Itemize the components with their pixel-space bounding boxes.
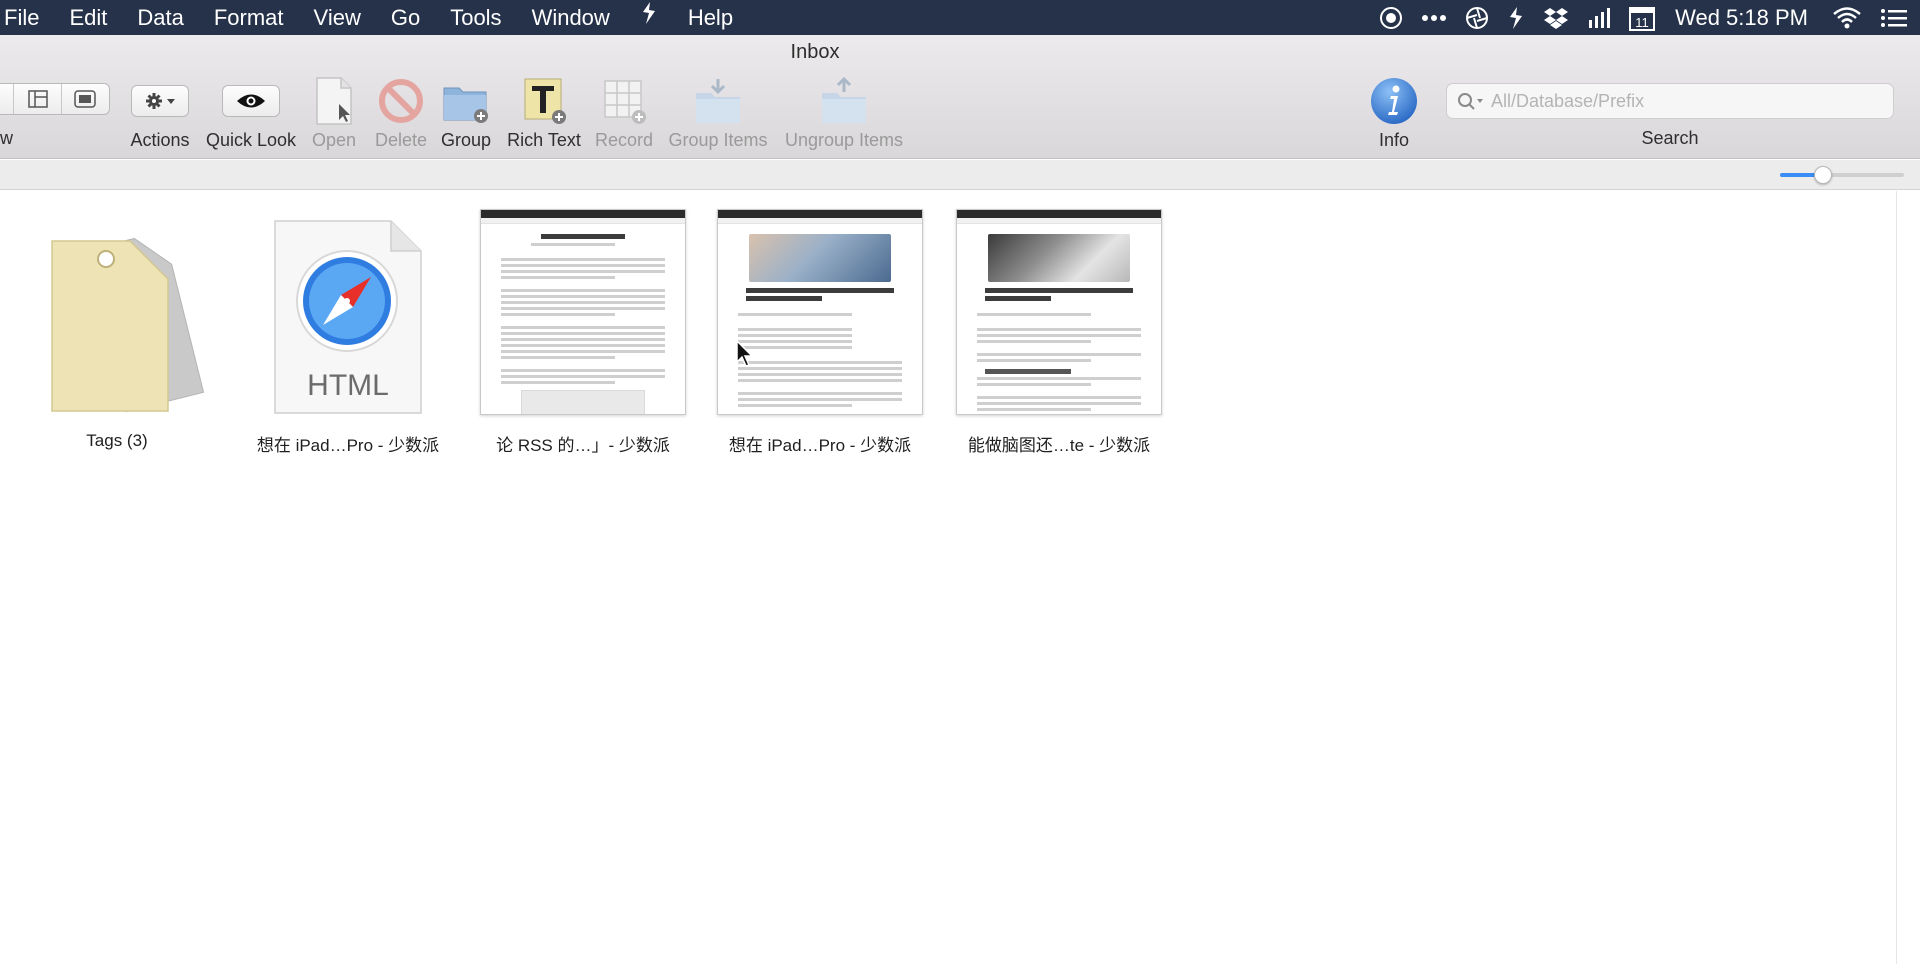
item-name: 能做脑图还…te - 少数派 bbox=[967, 436, 1151, 455]
group-items-icon bbox=[666, 75, 770, 127]
menu-format[interactable]: Format bbox=[202, 0, 296, 35]
menu-list: File Edit Data Format View Go Tools Wind… bbox=[0, 0, 745, 35]
html-document-icon: HTML bbox=[243, 209, 453, 415]
wifi-icon[interactable] bbox=[1832, 0, 1862, 35]
record-button[interactable]: Record bbox=[592, 75, 656, 151]
delete-label: Delete bbox=[374, 130, 428, 150]
menubar-clock[interactable]: Wed 5:18 PM bbox=[1675, 0, 1808, 35]
html-badge: HTML bbox=[307, 369, 389, 402]
menu-data[interactable]: Data bbox=[125, 0, 195, 35]
record-icon[interactable] bbox=[1379, 0, 1403, 35]
actions-label: Actions bbox=[130, 130, 190, 150]
grid-item-html[interactable]: HTML 想在 iPad…Pro - 少数派 bbox=[243, 209, 453, 456]
menu-file[interactable]: File bbox=[0, 0, 51, 35]
mouse-cursor-icon bbox=[736, 339, 754, 373]
quicklook-label: Quick Look bbox=[205, 130, 297, 150]
rich-text-button[interactable]: Rich Text bbox=[502, 75, 586, 151]
tags-icon bbox=[12, 209, 222, 415]
delete-prohibited-icon bbox=[370, 75, 432, 127]
slider-knob[interactable] bbox=[1814, 166, 1832, 184]
open-button[interactable]: Open bbox=[306, 75, 362, 151]
quicklook-button[interactable]: Quick Look bbox=[204, 75, 298, 151]
view-preview-icon[interactable] bbox=[62, 84, 109, 114]
status-area: 11 Wed 5:18 PM bbox=[1361, 0, 1908, 35]
window-title: Inbox bbox=[790, 41, 840, 63]
window-toolbar: Inbox w Actions Quick Look Open Delete G… bbox=[0, 35, 1920, 159]
thumbnail-size-slider[interactable] bbox=[1780, 166, 1904, 184]
search-label: Search bbox=[1641, 128, 1699, 148]
gear-icon bbox=[131, 85, 189, 117]
ungroup-items-icon bbox=[780, 75, 908, 127]
grid-item-webarchive-image[interactable]: 想在 iPad…Pro - 少数派 bbox=[715, 209, 925, 456]
evernote-icon[interactable] bbox=[1507, 0, 1525, 35]
view-label: w bbox=[0, 128, 13, 148]
item-name: 想在 iPad…Pro - 少数派 bbox=[728, 436, 912, 455]
menu-go[interactable]: Go bbox=[379, 0, 432, 35]
grid-item-webarchive[interactable]: 论 RSS 的…」- 少数派 bbox=[478, 209, 688, 456]
webpage-thumbnail bbox=[480, 209, 686, 415]
ungroup-items-button[interactable]: Ungroup Items bbox=[780, 75, 908, 151]
menu-tools[interactable]: Tools bbox=[438, 0, 513, 35]
info-label: Info bbox=[1378, 130, 1410, 150]
menu-edit[interactable]: Edit bbox=[57, 0, 119, 35]
search-icon[interactable] bbox=[1457, 92, 1485, 110]
menu-help[interactable]: Help bbox=[676, 0, 745, 35]
vertical-scrollbar[interactable] bbox=[1896, 191, 1920, 964]
item-name: 论 RSS 的…」- 少数派 bbox=[496, 436, 670, 455]
dropbox-icon[interactable] bbox=[1543, 0, 1569, 35]
signal-icon[interactable] bbox=[1587, 0, 1611, 35]
rich-text-label: Rich Text bbox=[507, 130, 581, 150]
search-input[interactable] bbox=[1491, 86, 1871, 116]
menu-scripts-icon[interactable] bbox=[628, 0, 670, 35]
open-document-icon bbox=[306, 75, 362, 127]
info-icon bbox=[1364, 75, 1424, 127]
menu-bar: File Edit Data Format View Go Tools Wind… bbox=[0, 0, 1920, 35]
group-button[interactable]: Group bbox=[438, 75, 494, 151]
item-grid: Tags (3) HTML 想在 iPad…Pro - 少数派 论 RSS 的…… bbox=[0, 191, 1896, 964]
delete-button[interactable]: Delete bbox=[370, 75, 432, 151]
group-label: Group bbox=[440, 130, 492, 150]
item-name: 想在 iPad…Pro - 少数派 bbox=[256, 436, 440, 455]
actions-button[interactable]: Actions bbox=[124, 75, 196, 151]
item-name: Tags (3) bbox=[86, 431, 148, 450]
aperture-icon[interactable] bbox=[1465, 0, 1489, 35]
list-icon[interactable] bbox=[1880, 0, 1908, 35]
menu-window[interactable]: Window bbox=[520, 0, 622, 35]
browser-subbar bbox=[0, 160, 1920, 190]
webpage-thumbnail bbox=[717, 209, 923, 415]
webpage-thumbnail bbox=[956, 209, 1162, 415]
menu-view[interactable]: View bbox=[302, 0, 373, 35]
calendar-day: 11 bbox=[1635, 15, 1649, 30]
info-button[interactable]: Info bbox=[1364, 75, 1424, 151]
group-items-button[interactable]: Group Items bbox=[666, 75, 770, 151]
more-icon[interactable] bbox=[1421, 0, 1447, 35]
group-items-label: Group Items bbox=[668, 130, 768, 150]
rich-text-icon bbox=[502, 75, 586, 127]
view-split-icon[interactable] bbox=[14, 84, 62, 114]
open-label: Open bbox=[311, 130, 357, 150]
record-table-icon bbox=[592, 75, 656, 127]
group-folder-icon bbox=[438, 75, 494, 127]
ungroup-items-label: Ungroup Items bbox=[784, 130, 904, 150]
calendar-icon[interactable]: 11 bbox=[1629, 0, 1656, 35]
search-field[interactable] bbox=[1446, 83, 1894, 119]
view-icons-icon[interactable] bbox=[0, 84, 15, 114]
grid-item-tags[interactable]: Tags (3) bbox=[12, 209, 222, 451]
view-segmented-control[interactable] bbox=[0, 83, 110, 115]
eye-icon bbox=[222, 85, 280, 117]
grid-item-webarchive-image-dark[interactable]: 能做脑图还…te - 少数派 bbox=[954, 209, 1164, 456]
record-label: Record bbox=[594, 130, 654, 150]
